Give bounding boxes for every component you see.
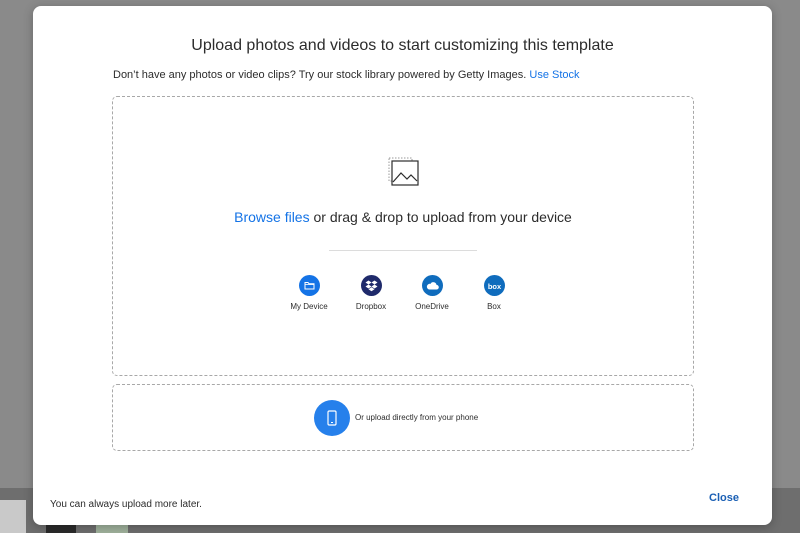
source-label: OneDrive xyxy=(415,302,449,311)
source-label: Box xyxy=(487,302,501,311)
folder-icon xyxy=(298,275,320,296)
box-icon: box xyxy=(483,275,505,296)
upload-modal: Upload photos and videos to start custom… xyxy=(33,6,772,525)
use-stock-link[interactable]: Use Stock xyxy=(529,69,579,81)
phone-icon xyxy=(327,410,337,426)
drag-drop-text: or drag & drop to upload from your devic… xyxy=(309,209,572,225)
source-dropbox[interactable]: Dropbox xyxy=(341,275,401,311)
source-box[interactable]: box Box xyxy=(464,275,524,311)
background-thumbnail xyxy=(0,500,26,533)
phone-upload-text: Or upload directly from your phone xyxy=(355,413,479,422)
phone-upload-button[interactable] xyxy=(314,400,350,436)
footer-note: You can always upload more later. xyxy=(50,499,202,510)
source-label: Dropbox xyxy=(355,302,387,311)
cloud-icon xyxy=(421,275,443,296)
browse-files-link[interactable]: Browse files xyxy=(234,209,309,225)
close-button[interactable]: Close xyxy=(709,492,739,504)
upload-dropzone[interactable]: Browse files or drag & drop to upload fr… xyxy=(112,96,694,376)
source-onedrive[interactable]: OneDrive xyxy=(402,275,462,311)
dropbox-icon xyxy=(360,275,382,296)
phone-upload-zone: Or upload directly from your phone xyxy=(112,384,694,451)
source-my-device[interactable]: My Device xyxy=(279,275,339,311)
svg-text:box: box xyxy=(487,282,501,290)
browse-instructions: Browse files or drag & drop to upload fr… xyxy=(113,209,693,225)
stock-text: Don’t have any photos or video clips? Tr… xyxy=(113,69,527,81)
modal-title: Upload photos and videos to start custom… xyxy=(191,37,614,54)
source-label: My Device xyxy=(290,302,328,311)
divider xyxy=(329,250,477,251)
image-icon xyxy=(388,157,419,186)
upload-sources: My Device Dropbox OneDrive box Box xyxy=(277,275,537,325)
stock-info: Don’t have any photos or video clips? Tr… xyxy=(113,69,580,81)
